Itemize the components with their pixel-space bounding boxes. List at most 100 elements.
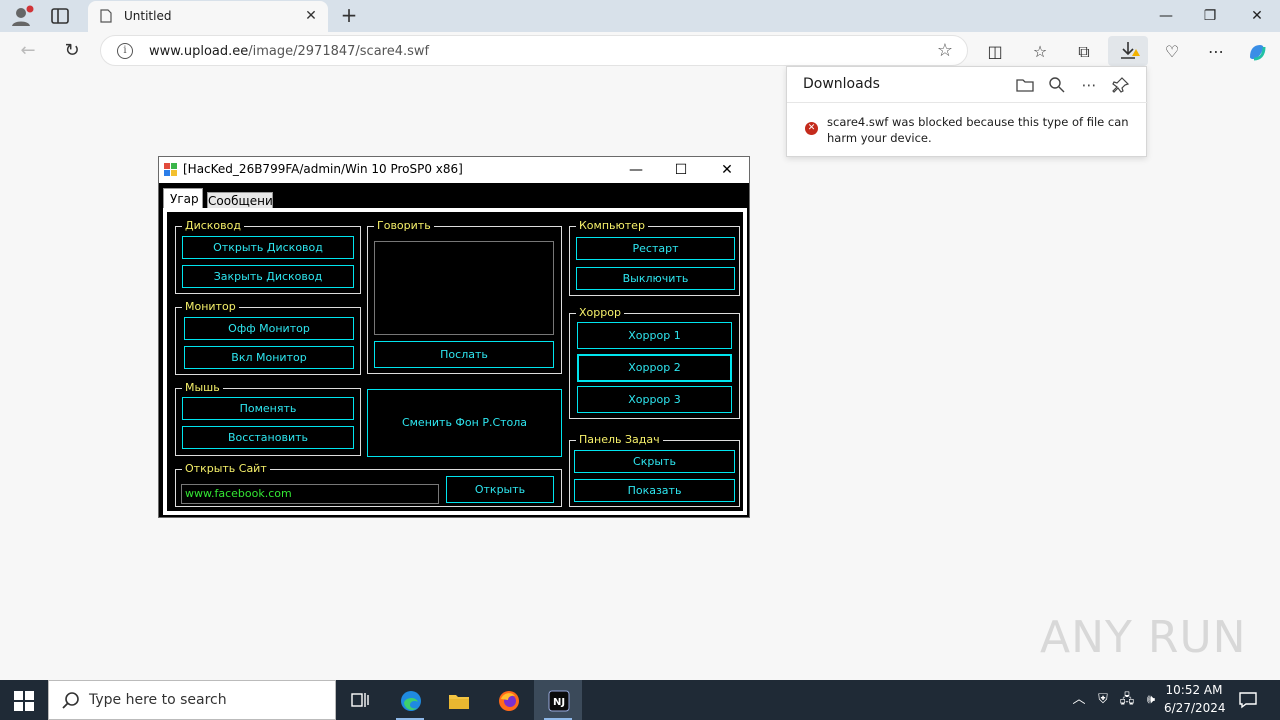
folder-icon: [448, 690, 469, 710]
horror-group-label: Хоррор: [576, 306, 624, 320]
app-close-icon[interactable]: ✕: [712, 160, 742, 180]
show-hidden-icons[interactable]: ︿: [1070, 691, 1088, 709]
close-drive-button[interactable]: Закрыть Дисковод: [182, 265, 354, 288]
restore-icon[interactable]: ❐: [1198, 6, 1222, 26]
url-text[interactable]: www.upload.ee/image/2971847/scare4.swf: [149, 44, 429, 59]
speak-text-area[interactable]: [374, 241, 554, 335]
notifications-icon[interactable]: [1238, 690, 1258, 710]
task-view-button[interactable]: [336, 680, 384, 720]
address-bar[interactable]: i www.upload.ee/image/2971847/scare4.swf…: [100, 35, 968, 66]
speak-group: Говорить Послать: [367, 219, 562, 374]
monitor-group-label: Монитор: [182, 300, 239, 314]
drive-group: Дисковод Открыть Дисковод Закрыть Дисков…: [175, 219, 361, 294]
monitor-off-button[interactable]: Офф Монитор: [184, 317, 354, 340]
tab-content: Дисковод Открыть Дисковод Закрыть Дисков…: [167, 212, 743, 511]
tab-actions-icon[interactable]: [50, 7, 70, 25]
app-title: [HacKed_26B799FA/admin/Win 10 ProSP0 x86…: [183, 162, 463, 176]
restore-mouse-button[interactable]: Восстановить: [182, 426, 354, 449]
network-icon[interactable]: 🖧: [1118, 691, 1136, 709]
swap-mouse-button[interactable]: Поменять: [182, 397, 354, 420]
edge-icon: [400, 690, 421, 711]
restart-button[interactable]: Рестарт: [576, 237, 735, 260]
divider: [787, 102, 1148, 103]
browser-tab-strip: Untitled ✕ + — ❐ ✕: [0, 0, 1280, 32]
horror-group: Хоррор Хоррор 1 Хоррор 2 Хоррор 3: [569, 306, 740, 419]
open-drive-button[interactable]: Открыть Дисковод: [182, 236, 354, 259]
send-speech-button[interactable]: Послать: [374, 341, 554, 368]
horror-3-button[interactable]: Хоррор 3: [577, 386, 732, 413]
mouse-group: Мышь Поменять Восстановить: [175, 381, 361, 456]
windows-start-icon[interactable]: [14, 691, 34, 711]
info-icon[interactable]: i: [117, 43, 133, 59]
taskbar-firefox[interactable]: [484, 680, 532, 720]
computer-group-label: Компьютер: [576, 219, 648, 233]
volume-icon[interactable]: 🕪: [1142, 691, 1160, 709]
security-icon[interactable]: ⛨: [1094, 691, 1112, 709]
close-window-icon[interactable]: ✕: [1245, 6, 1269, 26]
open-site-button[interactable]: Открыть: [446, 476, 554, 503]
app-title-bar[interactable]: [HacKed_26B799FA/admin/Win 10 ProSP0 x86…: [159, 157, 749, 183]
profile-avatar-icon[interactable]: [10, 5, 34, 27]
new-tab-icon[interactable]: +: [340, 5, 358, 25]
app-window: [HacKed_26B799FA/admin/Win 10 ProSP0 x86…: [158, 156, 750, 518]
downloads-title: Downloads: [803, 76, 880, 92]
search-downloads-icon[interactable]: [1047, 75, 1067, 95]
drive-group-label: Дисковод: [182, 219, 244, 233]
search-icon: [61, 691, 81, 711]
collections-icon[interactable]: ⧉: [1073, 41, 1095, 63]
page-icon: [100, 9, 112, 23]
downloads-button[interactable]: [1108, 36, 1148, 66]
split-screen-icon[interactable]: ◫: [984, 41, 1006, 63]
app-icon: [164, 163, 178, 177]
search-placeholder: Type here to search: [89, 692, 227, 708]
firefox-icon: [498, 690, 519, 711]
favorites-icon[interactable]: ☆: [1029, 41, 1051, 63]
taskbar-search-box[interactable]: Type here to search: [48, 680, 336, 720]
browser-essentials-icon[interactable]: ♡: [1161, 41, 1183, 63]
more-menu-icon[interactable]: ⋯: [1205, 41, 1227, 63]
tab-page: Дисковод Открыть Дисковод Закрыть Дисков…: [163, 208, 747, 515]
open-site-group: Открыть Сайт www.facebook.com Открыть: [175, 462, 562, 507]
browser-tab[interactable]: Untitled ✕: [88, 1, 328, 32]
close-tab-icon[interactable]: ✕: [304, 9, 318, 23]
task-view-icon: [350, 690, 370, 710]
monitor-group: Монитор Офф Монитор Вкл Монитор: [175, 300, 361, 375]
monitor-on-button[interactable]: Вкл Монитор: [184, 346, 354, 369]
windows-taskbar: Type here to search NJ ︿ ⛨ 🖧 🕪 10:52 AM …: [0, 680, 1280, 720]
horror-2-button[interactable]: Хоррор 2: [577, 354, 732, 382]
app-maximize-icon[interactable]: ☐: [666, 160, 696, 180]
app-minimize-icon[interactable]: —: [621, 160, 651, 180]
error-icon: ✕: [805, 122, 818, 135]
download-blocked-message: scare4.swf was blocked because this type…: [827, 115, 1129, 145]
favorite-star-icon[interactable]: ☆: [935, 41, 955, 61]
taskbar-group: Панель Задач Скрыть Показать: [569, 433, 740, 507]
copilot-icon[interactable]: [1246, 41, 1268, 63]
watermark: ANY RUN: [1040, 612, 1247, 663]
taskbar-file-explorer[interactable]: [434, 680, 482, 720]
change-wallpaper-button[interactable]: Сменить Фон Р.Стола: [367, 389, 562, 457]
njrat-app-icon: NJ: [548, 690, 570, 712]
navigation-bar: ← ↻ i www.upload.ee/image/2971847/scare4…: [0, 32, 1280, 70]
open-site-group-label: Открыть Сайт: [182, 462, 270, 476]
mouse-group-label: Мышь: [182, 381, 223, 395]
refresh-icon[interactable]: ↻: [62, 41, 82, 61]
tab-ugar[interactable]: Угар: [163, 188, 203, 210]
computer-group: Компьютер Рестарт Выключить: [569, 219, 740, 296]
taskbar-group-label: Панель Задач: [576, 433, 663, 447]
shutdown-button[interactable]: Выключить: [576, 267, 735, 290]
pin-icon[interactable]: [1111, 75, 1131, 95]
taskbar-edge[interactable]: [386, 680, 434, 720]
open-folder-icon[interactable]: [1015, 75, 1035, 95]
show-taskbar-button[interactable]: Показать: [574, 479, 735, 502]
taskbar-njrat[interactable]: NJ: [534, 680, 582, 720]
site-url-input[interactable]: www.facebook.com: [181, 484, 439, 504]
horror-1-button[interactable]: Хоррор 1: [577, 322, 732, 349]
downloads-panel: Downloads ⋯ ✕ scare4.swf was blocked bec…: [786, 66, 1148, 157]
back-icon[interactable]: ←: [18, 41, 38, 61]
svg-text:NJ: NJ: [553, 697, 565, 708]
clock-time[interactable]: 10:52 AM: [1164, 683, 1224, 697]
more-options-icon[interactable]: ⋯: [1079, 75, 1099, 95]
minimize-icon[interactable]: —: [1154, 6, 1178, 26]
clock-date[interactable]: 6/27/2024: [1164, 701, 1226, 715]
hide-taskbar-button[interactable]: Скрыть: [574, 450, 735, 473]
